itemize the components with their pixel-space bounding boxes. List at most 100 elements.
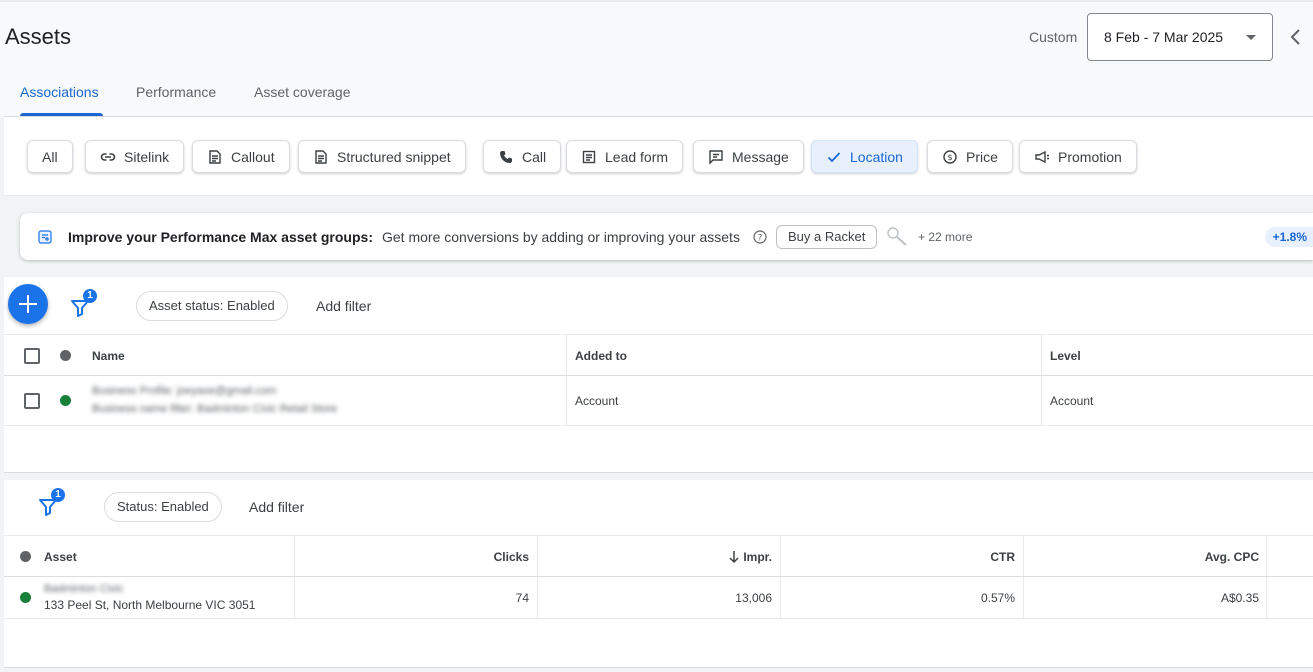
column-header-level[interactable]: Level [1050, 349, 1081, 363]
table-row: Business Profile: joeyaxe@gmail.com Busi… [4, 376, 1313, 426]
column-header-avg-cpc[interactable]: Avg. CPC [1032, 550, 1259, 564]
column-divider [780, 536, 781, 576]
column-divider [566, 335, 567, 375]
link-icon [100, 152, 116, 161]
dropdown-caret-icon [1246, 35, 1256, 40]
tab-asset-coverage[interactable]: Asset coverage [254, 84, 351, 100]
chip-label: Callout [231, 148, 275, 165]
message-icon [709, 149, 723, 165]
row-checkbox[interactable] [24, 393, 40, 409]
asset-name[interactable]: Badminton Civic [44, 583, 123, 595]
chip-location[interactable]: Location [811, 140, 918, 173]
column-divider [294, 536, 295, 576]
help-icon[interactable]: ? [753, 230, 767, 244]
uplift-badge: +1.8% [1264, 227, 1313, 247]
table-header: Asset Clicks Impr. CTR Avg. CPC [4, 535, 1313, 577]
column-divider [537, 536, 538, 576]
table-row: Badminton Civic 133 Peel St, North Melbo… [4, 577, 1313, 619]
column-header-impr[interactable]: Impr. [544, 550, 772, 564]
svg-text:$: $ [947, 153, 952, 162]
chip-label: Promotion [1058, 148, 1122, 165]
column-divider [294, 577, 295, 618]
filter-count-badge: 1 [51, 488, 65, 502]
status-enabled-icon [20, 592, 31, 603]
column-divider [780, 577, 781, 618]
ctr-value: 0.57% [980, 591, 1015, 605]
tab-performance[interactable]: Performance [136, 84, 216, 100]
chip-price[interactable]: $ Price [927, 140, 1013, 173]
asset-address: 133 Peel St, North Melbourne VIC 3051 [44, 598, 256, 612]
column-header-name[interactable]: Name [92, 349, 125, 363]
column-header-asset[interactable]: Asset [44, 550, 77, 564]
add-filter-button[interactable]: Add filter [249, 499, 304, 515]
asset-type-chip-bar: All Sitelink Callout Structured snippet … [4, 116, 1313, 196]
callout-icon [209, 149, 221, 164]
column-divider [1023, 536, 1024, 576]
chip-message[interactable]: Message [693, 140, 804, 173]
status-filter[interactable]: Status: Enabled [104, 492, 222, 522]
filter-button[interactable]: 1 [35, 488, 65, 520]
chip-promotion[interactable]: Promotion [1019, 140, 1137, 173]
page-title: Assets [5, 24, 72, 49]
banner-text: Get more conversions by adding or improv… [382, 229, 740, 245]
column-divider [1041, 376, 1042, 425]
snippet-icon [315, 149, 327, 164]
date-range-picker[interactable]: 8 Feb - 7 Mar 2025 [1087, 13, 1273, 61]
column-header-ctr[interactable]: CTR [789, 550, 1015, 564]
asset-status-filter[interactable]: Asset status: Enabled [136, 291, 288, 321]
form-icon [582, 150, 596, 163]
added-to-value: Account [575, 394, 619, 408]
column-divider [1023, 577, 1024, 618]
chip-call[interactable]: Call [483, 140, 562, 173]
date-range-label: Custom [1029, 29, 1078, 45]
performance-table-panel: 1 Status: Enabled Add filter Asset Click… [4, 480, 1313, 668]
banner-title: Improve your Performance Max asset group… [68, 229, 373, 245]
asset-group-icon [38, 230, 52, 244]
avg-cpc-value: A$0.35 [1220, 591, 1259, 605]
column-divider [537, 577, 538, 618]
promotion-icon [1035, 150, 1049, 163]
status-column-icon [60, 350, 71, 361]
asset-name-line1[interactable]: Business Profile: joeyaxe@gmail.com [92, 385, 276, 397]
level-value: Account [1050, 394, 1094, 408]
associations-table-panel: 1 Asset status: Enabled Add filter Name … [4, 277, 1313, 473]
column-divider [1266, 536, 1267, 576]
column-header-clicks[interactable]: Clicks [304, 550, 529, 564]
chip-callout[interactable]: Callout [192, 140, 290, 173]
page-header: Assets Custom 8 Feb - 7 Mar 2025 Associa… [0, 0, 1313, 116]
select-all-checkbox[interactable] [24, 348, 40, 364]
impressions-value: 13,006 [735, 591, 772, 605]
chip-label: Call [522, 148, 547, 165]
status-enabled-icon [60, 395, 71, 406]
suggestion-chip[interactable]: Buy a Racket [776, 225, 878, 249]
check-icon [827, 151, 841, 162]
search-icon [887, 227, 907, 246]
chip-all[interactable]: All [27, 140, 73, 173]
chip-label: Price [966, 148, 998, 165]
chip-lead-form[interactable]: Lead form [566, 140, 684, 173]
price-icon: $ [943, 149, 957, 164]
chip-label: Location [850, 148, 903, 165]
date-range-value: 8 Feb - 7 Mar 2025 [1104, 29, 1224, 45]
chip-label: Sitelink [124, 148, 170, 165]
chip-label: Message [732, 148, 789, 165]
column-header-added-to[interactable]: Added to [575, 349, 627, 363]
asset-name-line2: Business name filter: Badminton Civic Re… [92, 403, 338, 415]
tab-associations[interactable]: Associations [20, 84, 99, 100]
chip-structured-snippet[interactable]: Structured snippet [298, 140, 466, 173]
column-divider [1041, 335, 1042, 375]
column-divider [566, 376, 567, 425]
chip-sitelink[interactable]: Sitelink [85, 140, 185, 173]
phone-icon [500, 150, 512, 163]
chip-label: Lead form [605, 148, 669, 165]
svg-text:?: ? [758, 234, 763, 244]
column-divider [1266, 577, 1267, 618]
status-column-icon [20, 551, 31, 562]
add-filter-button[interactable]: Add filter [316, 298, 371, 314]
filter-button[interactable]: 1 [67, 289, 97, 321]
chip-label: All [42, 148, 58, 165]
chip-label: Structured snippet [337, 148, 451, 165]
add-asset-button[interactable] [8, 284, 48, 324]
chevron-left-icon[interactable] [1286, 26, 1306, 48]
more-suggestions[interactable]: + 22 more [918, 230, 972, 244]
